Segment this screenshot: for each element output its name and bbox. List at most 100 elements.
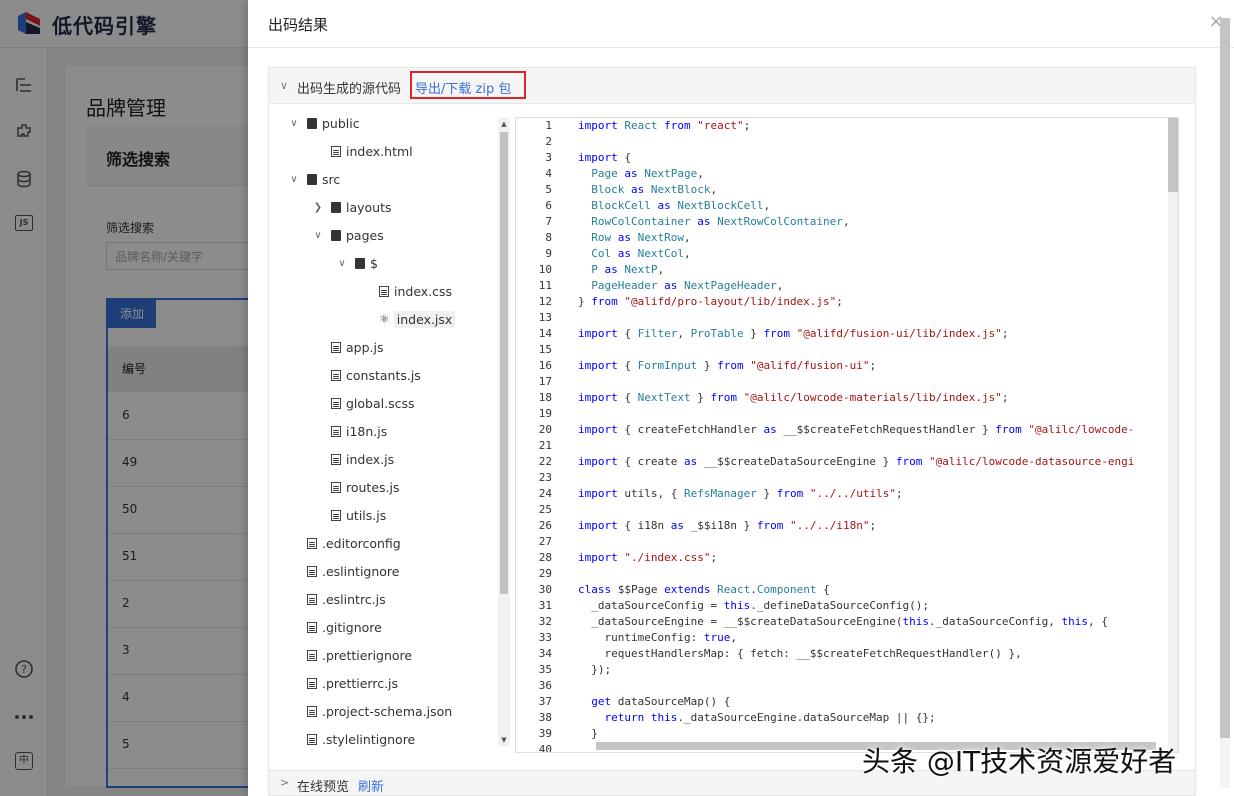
- tree-item[interactable]: ⚛ index.jsx: [379, 308, 456, 330]
- source-panel-title: 出码生成的源代码: [297, 82, 402, 97]
- tree-item[interactable]: ∨ src: [287, 168, 340, 190]
- tree-item[interactable]: .gitignore: [307, 616, 382, 638]
- folder-icon: [307, 173, 317, 185]
- export-zip-link[interactable]: 导出/下载 zip 包: [415, 78, 511, 97]
- drawer-scrollbar-thumb[interactable]: [1220, 18, 1230, 738]
- chevron-down-icon[interactable]: ∨: [287, 118, 301, 129]
- tree-item-label: .gitignore: [322, 619, 382, 635]
- scroll-up-icon[interactable]: ▲: [498, 118, 510, 130]
- code-line: return this._dataSourceEngine.dataSource…: [604, 711, 936, 724]
- tree-item-label: .stylelintignore: [322, 731, 416, 747]
- code-line: import { i18n as _$$i18n } from "../../i…: [578, 519, 877, 532]
- folder-icon: [307, 117, 317, 129]
- tree-item[interactable]: .eslintrc.js: [307, 588, 386, 610]
- code-line: get dataSourceMap() {: [591, 695, 731, 708]
- code-line: _dataSourceEngine = __$$createDataSource…: [578, 615, 1108, 628]
- file-icon: [307, 537, 317, 549]
- tree-item-label: global.scss: [346, 395, 415, 411]
- tree-item-label: constants.js: [346, 367, 421, 383]
- editor-scrollbar[interactable]: [1168, 118, 1178, 752]
- tree-item[interactable]: constants.js: [331, 364, 421, 386]
- chevron-right-icon[interactable]: >: [280, 776, 289, 789]
- code-line: Block as NextBlock,: [591, 183, 718, 196]
- chevron-right-icon[interactable]: ❯: [311, 202, 325, 213]
- tree-item-label: i18n.js: [346, 423, 388, 439]
- tree-item[interactable]: ∨ $: [335, 252, 378, 274]
- source-panel-header[interactable]: ∨ 出码生成的源代码 导出/下载 zip 包: [269, 68, 1195, 104]
- line-number: 27: [538, 535, 552, 548]
- drawer-header: 出码结果 ×: [248, 0, 1234, 48]
- line-number: 28: [538, 551, 552, 564]
- chevron-down-icon[interactable]: ∨: [280, 79, 288, 92]
- file-tree: ∨ public index.html ∨ src ❯ layouts ∨ pages ∨ $ ind…: [269, 105, 516, 755]
- file-icon: [331, 341, 341, 353]
- line-number: 9: [545, 247, 552, 260]
- line-number: 13: [538, 311, 552, 324]
- line-number: 16: [538, 359, 552, 372]
- tree-item[interactable]: index.js: [331, 448, 394, 470]
- tree-item[interactable]: index.css: [379, 280, 452, 302]
- line-number: 32: [538, 615, 552, 628]
- tree-item-label: .editorconfig: [322, 535, 401, 551]
- line-number: 40: [538, 743, 552, 753]
- line-number: 6: [545, 199, 552, 212]
- tree-item[interactable]: .prettierignore: [307, 644, 412, 666]
- code-line: import React from "react";: [578, 119, 751, 132]
- chevron-down-icon[interactable]: ∨: [287, 174, 301, 185]
- file-icon: [307, 593, 317, 605]
- line-number: 37: [538, 695, 552, 708]
- tree-item[interactable]: ❯ layouts: [311, 196, 392, 218]
- line-number: 35: [538, 663, 552, 676]
- editor-scrollbar-thumb[interactable]: [1168, 118, 1178, 192]
- line-number: 8: [545, 231, 552, 244]
- tree-item-label: index.html: [346, 143, 413, 159]
- code-editor[interactable]: 1 2 3 4 5 6 7 8 9 10 11 12 13 14 15 16 17 18 19 20 21 22 23 24 2…: [515, 117, 1179, 753]
- tree-item[interactable]: app.js: [331, 336, 384, 358]
- tree-item-label: .prettierignore: [322, 647, 413, 663]
- tree-item[interactable]: .stylelintignore: [307, 728, 415, 750]
- line-number: 17: [538, 375, 552, 388]
- tree-scrollbar-thumb[interactable]: [500, 132, 508, 594]
- tree-item[interactable]: index.html: [331, 140, 413, 162]
- line-number: 36: [538, 679, 552, 692]
- tree-item-label: layouts: [346, 199, 392, 215]
- folder-icon: [331, 229, 341, 241]
- tree-scrollbar[interactable]: ▲ ▼: [498, 118, 510, 746]
- file-icon: [307, 733, 317, 745]
- line-number: 10: [538, 263, 552, 276]
- refresh-link[interactable]: 刷新: [358, 776, 384, 795]
- code-line: Col as NextCol,: [591, 247, 691, 260]
- line-number: 25: [538, 503, 552, 516]
- code-line: requestHandlersMap: { fetch: __$$createF…: [578, 647, 1022, 660]
- file-icon: [331, 425, 341, 437]
- tree-item[interactable]: i18n.js: [331, 420, 387, 442]
- drawer-scrollbar[interactable]: [1220, 18, 1230, 788]
- line-number: 19: [538, 407, 552, 420]
- tree-item-label: $: [370, 255, 378, 271]
- tree-item[interactable]: ∨ pages: [311, 224, 383, 246]
- tree-item[interactable]: .prettierrc.js: [307, 672, 398, 694]
- tree-item[interactable]: .editorconfig: [307, 532, 401, 554]
- line-number: 21: [538, 439, 552, 452]
- file-icon: [331, 453, 341, 465]
- chevron-down-icon[interactable]: ∨: [311, 230, 325, 241]
- file-icon: [307, 621, 317, 633]
- code-line: import { Filter, ProTable } from "@alifd…: [578, 327, 1009, 340]
- watermark: 头条 @IT技术资源爱好者: [862, 745, 1177, 778]
- tree-item[interactable]: ∨ public: [287, 112, 359, 134]
- line-number: 12: [538, 295, 552, 308]
- scroll-down-icon[interactable]: ▼: [498, 734, 510, 746]
- tree-item[interactable]: global.scss: [331, 392, 415, 414]
- code-line: import "./index.css";: [578, 551, 718, 564]
- tree-item[interactable]: routes.js: [331, 476, 400, 498]
- folder-icon: [331, 201, 341, 213]
- tree-item[interactable]: .project-schema.json: [307, 700, 452, 722]
- line-number-gutter: 1 2 3 4 5 6 7 8 9 10 11 12 13 14 15 16 17 18 19 20 21 22 23 24 2…: [516, 118, 556, 753]
- tree-item[interactable]: utils.js: [331, 504, 386, 526]
- line-number: 38: [538, 711, 552, 724]
- tree-item-label: index.jsx: [393, 310, 456, 328]
- chevron-down-icon[interactable]: ∨: [335, 258, 349, 269]
- line-number: 2: [545, 135, 552, 148]
- code-line: P as NextP,: [591, 263, 665, 276]
- tree-item[interactable]: .eslintignore: [307, 560, 399, 582]
